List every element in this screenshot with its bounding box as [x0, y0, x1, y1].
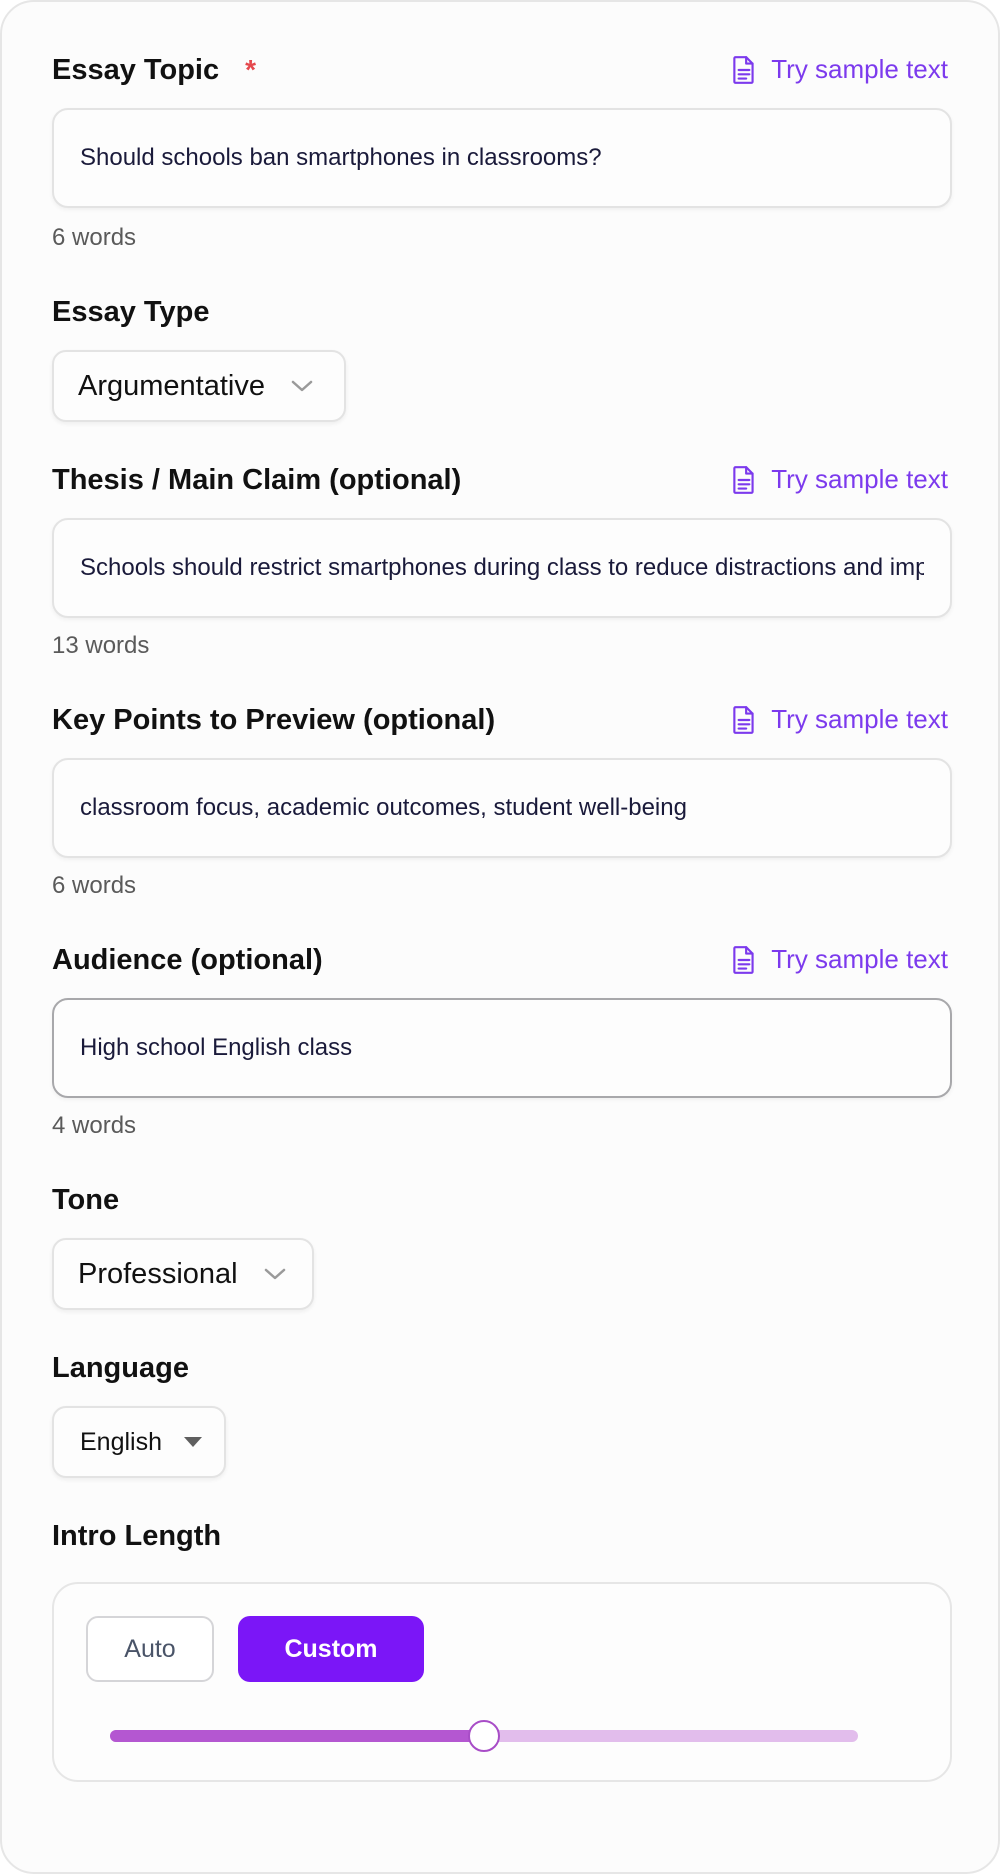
audience-word-count: 4 words: [52, 1112, 137, 1139]
key-points-label: Key Points to Preview (optional): [52, 704, 496, 736]
intro-length-slider-thumb[interactable]: [468, 1720, 500, 1752]
auto-mode-button[interactable]: Auto: [86, 1616, 214, 1682]
document-icon: [733, 945, 754, 974]
language-select[interactable]: English: [52, 1406, 226, 1478]
key-points-value: classroom focus, academic outcomes, stud…: [80, 794, 687, 821]
tone-value: Professional: [78, 1257, 238, 1290]
thesis-value: Schools should restrict smartphones duri…: [80, 554, 924, 581]
sample-link-label: Try sample text: [771, 704, 948, 734]
thesis-sample-link[interactable]: Try sample text: [731, 464, 948, 495]
language-value: English: [80, 1427, 162, 1456]
intro-length-label: Intro Length: [52, 1520, 222, 1552]
intro-length-slider-fill: [110, 1730, 484, 1742]
audience-input[interactable]: High school English class: [52, 998, 952, 1098]
caret-down-icon: [182, 1435, 204, 1449]
audience-sample-link[interactable]: Try sample text: [731, 944, 948, 975]
essay-topic-label: Essay Topic *: [52, 54, 256, 86]
sample-link-label: Try sample text: [771, 944, 948, 974]
essay-type-select[interactable]: Argumentative: [52, 350, 346, 422]
tone-select[interactable]: Professional: [52, 1238, 314, 1310]
required-mark: *: [245, 54, 256, 85]
topic-word-count: 6 words: [52, 224, 137, 251]
thesis-word-count: 13 words: [52, 632, 150, 659]
sample-link-label: Try sample text: [771, 464, 948, 494]
key-points-word-count: 6 words: [52, 872, 137, 899]
document-icon: [733, 55, 754, 84]
custom-mode-button[interactable]: Custom: [238, 1616, 424, 1682]
language-label: Language: [52, 1352, 189, 1384]
chevron-down-icon: [264, 1267, 286, 1281]
intro-length-panel: [52, 1582, 952, 1782]
essay-type-label: Essay Type: [52, 296, 210, 328]
essay-intro-form: Essay Topic * Try sample text Should scho…: [0, 0, 1000, 1874]
essay-topic-input[interactable]: Should schools ban smartphones in classr…: [52, 108, 952, 208]
thesis-label: Thesis / Main Claim (optional): [52, 464, 462, 496]
audience-label: Audience (optional): [52, 944, 323, 976]
key-points-input[interactable]: classroom focus, academic outcomes, stud…: [52, 758, 952, 858]
document-icon: [733, 705, 754, 734]
key-points-sample-link[interactable]: Try sample text: [731, 704, 948, 735]
topic-sample-link[interactable]: Try sample text: [731, 54, 948, 85]
chevron-down-icon: [291, 379, 313, 393]
audience-value: High school English class: [80, 1034, 353, 1061]
document-icon: [733, 465, 754, 494]
tone-label: Tone: [52, 1184, 120, 1216]
essay-type-value: Argumentative: [78, 369, 265, 402]
sample-link-label: Try sample text: [771, 54, 948, 84]
essay-topic-value: Should schools ban smartphones in classr…: [80, 144, 602, 171]
thesis-input[interactable]: Schools should restrict smartphones duri…: [52, 518, 952, 618]
